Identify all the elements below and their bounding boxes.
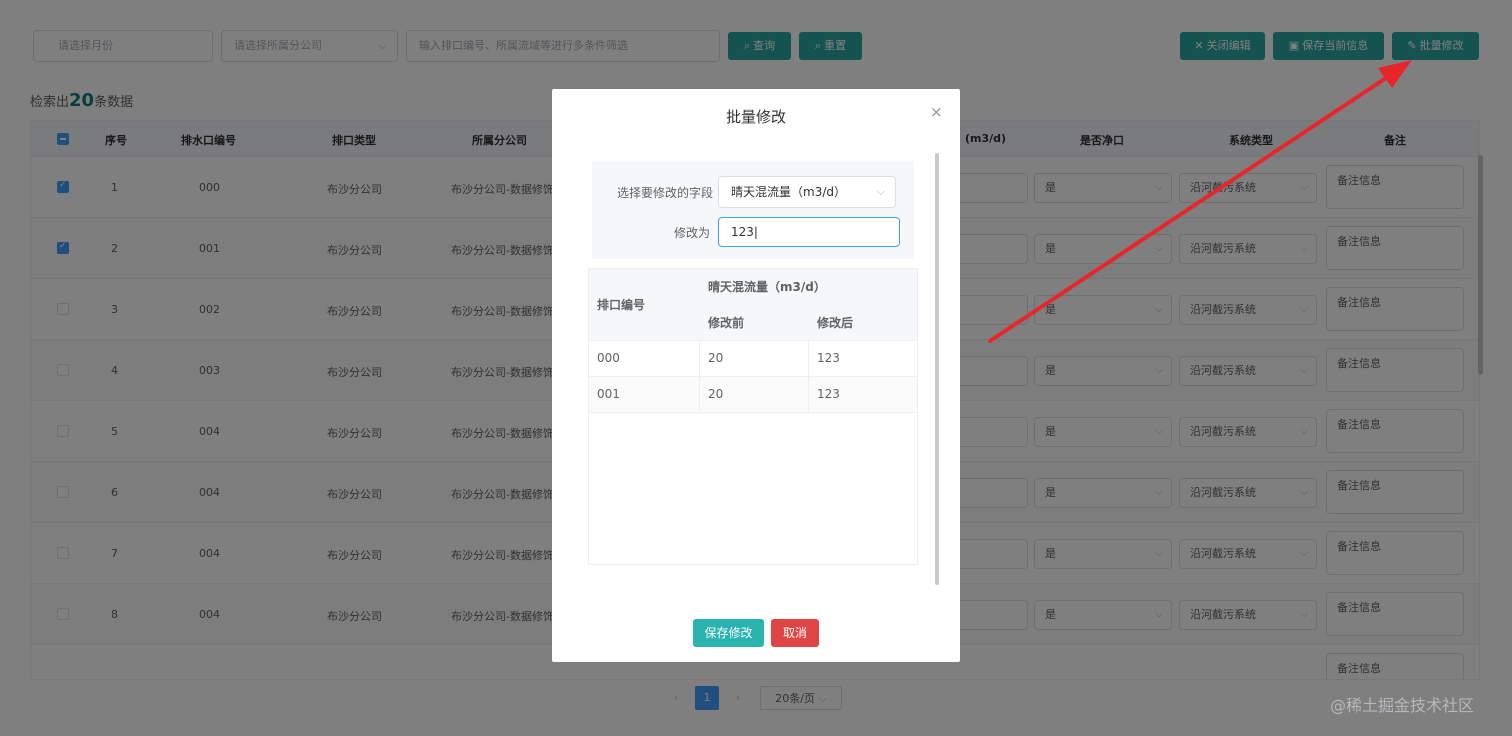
row-2-after: 123 (817, 387, 840, 401)
preview-table: 排口编号 晴天混流量（m3/d） 修改前 修改后 000 20 123 001 … (588, 268, 918, 565)
cancel-button[interactable]: 取消 (771, 619, 819, 647)
dialog-scrollbar[interactable] (935, 153, 939, 585)
header-before: 修改前 (699, 305, 808, 341)
striped-row-bg (589, 377, 917, 412)
save-changes-button[interactable]: 保存修改 (693, 619, 764, 647)
row-2-before: 20 (708, 387, 724, 401)
text-cursor: | (753, 225, 758, 239)
dialog-body: 选择要修改的字段 晴天混流量（m3/d） ⌵ 修改为 123| 排口编号 晴天混流… (588, 153, 938, 585)
watermark: @稀土掘金技术社区 (1330, 696, 1475, 715)
batch-edit-dialog: 批量修改 × 选择要修改的字段 晴天混流量（m3/d） ⌵ 修改为 123| 排口… (552, 89, 960, 662)
row-1-before: 20 (708, 351, 724, 365)
row-divider (589, 412, 917, 413)
dialog-title: 批量修改 (725, 108, 786, 126)
column-divider (699, 341, 700, 412)
modify-value-input[interactable]: 123| (718, 217, 900, 247)
field-select-value: 晴天混流量（m3/d） (731, 185, 846, 199)
row-1-after: 123 (817, 351, 840, 365)
column-divider (808, 341, 809, 412)
modify-label: 修改为 (674, 226, 711, 240)
header-outlet-code: 排口编号 (589, 269, 699, 341)
modify-value-text: 123 (731, 225, 754, 239)
close-icon[interactable]: × (930, 103, 943, 121)
header-after: 修改后 (808, 305, 917, 341)
edit-form: 选择要修改的字段 晴天混流量（m3/d） ⌵ 修改为 123| (592, 161, 914, 259)
field-select[interactable]: 晴天混流量（m3/d） ⌵ (718, 176, 896, 208)
row-1-code: 000 (597, 351, 620, 365)
header-flow-group: 晴天混流量（m3/d） (699, 269, 917, 305)
chevron-down-icon: ⌵ (876, 185, 885, 198)
field-label: 选择要修改的字段 (617, 186, 714, 200)
row-2-code: 001 (597, 387, 620, 401)
